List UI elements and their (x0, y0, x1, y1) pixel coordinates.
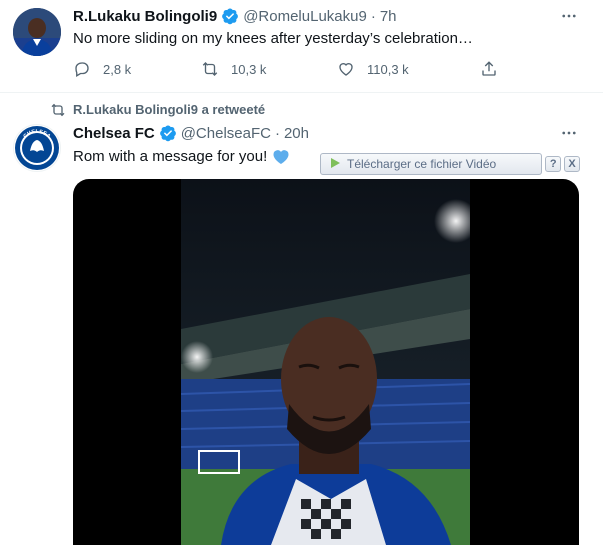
more-horizontal-icon[interactable] (557, 6, 581, 26)
video-player[interactable] (73, 179, 579, 545)
reply-icon (75, 62, 89, 77)
reply-button[interactable]: 2,8 k (73, 60, 131, 78)
more-horizontal-icon[interactable] (557, 123, 581, 143)
separator-dot: · (274, 124, 280, 142)
handle[interactable]: @RomeluLukaku9 (243, 8, 367, 25)
video-download-bar: Télécharger ce fichier Vidéo ? X (320, 152, 581, 176)
handle[interactable]: @ChelseaFC (181, 125, 271, 142)
like-count: 110,3 k (367, 61, 409, 77)
tweet-actions: 2,8 k 10,3 k 110,3 k (73, 60, 523, 80)
tweet-lukaku[interactable]: R.Lukaku Bolingoli9 @RomeluLukaku9 · 7h … (0, 0, 603, 93)
tweet-chelsea[interactable]: R.Lukaku Bolingoli9 a retweeté CHELSEA C… (0, 93, 603, 545)
tweet-text-body: Rom with a message for you! (73, 148, 268, 165)
blue-heart-icon (272, 148, 290, 165)
play-icon (329, 157, 341, 172)
download-video-button[interactable]: Télécharger ce fichier Vidéo (320, 153, 543, 175)
timestamp[interactable]: 7h (380, 8, 397, 25)
share-icon (482, 61, 496, 76)
tweet-header: Chelsea FC @ChelseaFC · 20h (73, 123, 309, 143)
reply-count: 2,8 k (103, 61, 132, 77)
timestamp[interactable]: 20h (284, 125, 309, 142)
heart-icon (339, 63, 353, 76)
retweet-button[interactable]: 10,3 k (201, 60, 266, 78)
tweet-text: No more sliding on my knees after yester… (73, 30, 473, 47)
tweet-header: R.Lukaku Bolingoli9 @RomeluLukaku9 · 7h (73, 6, 397, 26)
video-frame (181, 179, 470, 545)
avatar-lukaku[interactable] (13, 8, 61, 56)
video-thumbnail (181, 179, 470, 545)
avatar-chelsea[interactable]: CHELSEA (13, 124, 61, 172)
display-name[interactable]: R.Lukaku Bolingoli9 (73, 8, 217, 25)
retweeted-by-label[interactable]: R.Lukaku Bolingoli9 a retweeté (73, 102, 265, 117)
retweet-icon (50, 102, 66, 123)
download-video-label: Télécharger ce fichier Vidéo (347, 157, 497, 171)
help-button[interactable]: ? (545, 156, 562, 172)
like-button[interactable]: 110,3 k (337, 60, 409, 78)
retweet-count: 10,3 k (231, 61, 267, 77)
display-name[interactable]: Chelsea FC (73, 125, 155, 142)
share-button[interactable] (480, 60, 510, 78)
retweet-icon (202, 62, 218, 76)
separator-dot: · (370, 7, 376, 25)
tweet-text: Rom with a message for you! (73, 148, 290, 165)
verified-badge-icon (221, 7, 239, 25)
close-button[interactable]: X (564, 156, 581, 172)
verified-badge-icon (159, 124, 177, 142)
